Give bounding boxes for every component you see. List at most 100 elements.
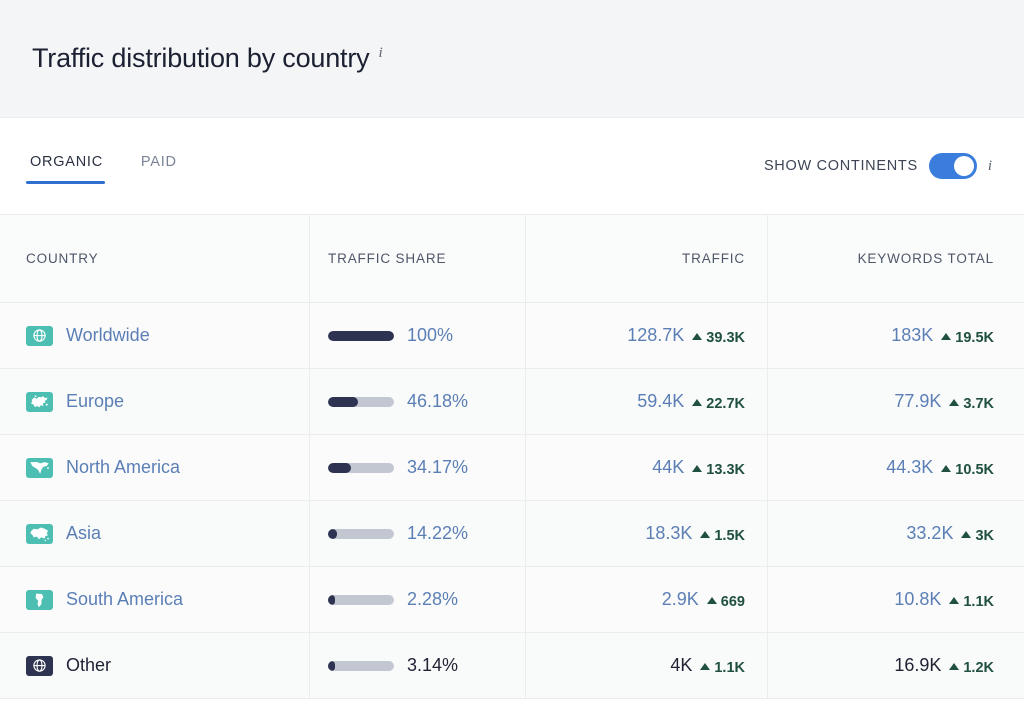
cell-traffic-share: 46.18% [310,369,526,434]
traffic-share-bar-fill [328,594,335,605]
column-header-keywords-total[interactable]: KEYWORDS TOTAL [768,215,1024,302]
cell-keywords-total: 77.9K 3.7K [768,369,1024,434]
traffic-share-bar-fill [328,462,351,473]
cell-traffic: 59.4K 22.7K [526,369,768,434]
traffic-share-bar-group: 14.22% [328,523,468,544]
cell-traffic: 44K 13.3K [526,435,768,500]
table-row[interactable]: South America 2.28% 2.9K 669 10.8K 1.1K [0,567,1024,633]
globe-icon [26,325,53,346]
traffic-share-bar-group: 100% [328,325,453,346]
trend-up-icon [961,531,972,538]
show-continents-label: SHOW CONTINENTS [763,158,918,174]
traffic-delta: 13.3K [692,462,745,478]
table-row[interactable]: Asia 14.22% 18.3K 1.5K 33.2K 3K [0,501,1024,567]
cell-keywords-total: 16.9K 1.2K [768,633,1024,698]
country-name-link: Other [66,655,112,675]
traffic-share-value: 14.22% [407,523,469,543]
traffic-delta: 39.3K [692,330,745,346]
column-header-traffic-share[interactable]: TRAFFIC SHARE [310,215,526,302]
tab-list: ORGANIC PAID [26,148,211,184]
cell-keywords-total: 183K 19.5K [768,303,1024,368]
keywords-metric: 77.9K 3.7K [894,391,994,412]
traffic-share-bar-group: 46.18% [328,391,468,412]
traffic-value: 4K [670,655,693,675]
traffic-metric: 18.3K 1.5K [645,523,745,544]
table-row[interactable]: Other 3.14% 4K 1.1K 16.9K 1.2K [0,633,1024,699]
north-america-map-icon [26,457,53,478]
cell-traffic: 2.9K 669 [526,567,768,632]
traffic-delta: 22.7K [692,396,745,412]
page-title: Traffic distribution by country i [32,45,383,72]
keywords-delta: 10.5K [941,462,994,478]
traffic-share-value: 2.28% [407,589,459,609]
trend-up-icon [700,531,711,538]
table-row[interactable]: Worldwide 100% 128.7K 39.3K 183K 19.5K [0,303,1024,369]
column-header-country[interactable]: COUNTRY [0,215,310,302]
traffic-share-bar-fill [328,528,337,539]
traffic-metric: 59.4K 22.7K [637,391,745,412]
traffic-share-bar-group: 34.17% [328,457,468,478]
globe-icon [26,655,53,676]
traffic-share-bar-group: 3.14% [328,655,458,676]
tab-organic-label: ORGANIC [30,154,103,170]
cell-traffic-share: 2.28% [310,567,526,632]
traffic-value: 2.9K [661,589,699,609]
tab-organic[interactable]: ORGANIC [26,148,107,184]
country-name-link[interactable]: Asia [66,523,101,544]
keywords-metric: 10.8K 1.1K [894,589,994,610]
table-row[interactable]: North America 34.17% 44K 13.3K 44.3K 10.5K [0,435,1024,501]
trend-up-icon [692,465,703,472]
country-name-link[interactable]: South America [66,589,183,610]
trend-up-icon [941,465,952,472]
cell-country: North America [0,435,310,500]
table-row[interactable]: Europe 46.18% 59.4K 22.7K 77.9K 3.7K [0,369,1024,435]
country-name-link[interactable]: Worldwide [66,325,150,346]
traffic-share-bar-fill [328,396,358,407]
tab-paid[interactable]: PAID [137,148,181,184]
cell-traffic-share: 14.22% [310,501,526,566]
show-continents-info-icon[interactable]: i [988,158,992,175]
trend-up-icon [706,597,717,604]
traffic-share-bar-track [328,528,394,539]
traffic-value: 128.7K [627,325,685,345]
trend-up-icon [949,597,960,604]
cell-country: Other [0,633,310,698]
toggle-knob [953,156,974,176]
keywords-value: 16.9K [894,655,942,675]
tab-bar: ORGANIC PAID SHOW CONTINENTS i [0,118,1024,215]
traffic-share-bar-track [328,660,394,671]
traffic-share-bar-group: 2.28% [328,589,458,610]
country-name-link[interactable]: Europe [66,391,124,412]
trend-up-icon [700,663,711,670]
traffic-metric: 4K 1.1K [670,655,745,676]
south-america-map-icon [26,589,53,610]
traffic-share-bar-track [328,594,394,605]
show-continents-toggle[interactable] [928,153,977,179]
traffic-share-value: 3.14% [407,655,459,675]
cell-country: Asia [0,501,310,566]
cell-traffic: 128.7K 39.3K [526,303,768,368]
keywords-value: 183K [891,325,934,345]
tab-paid-label: PAID [140,154,177,170]
keywords-metric: 33.2K 3K [906,523,994,544]
column-header-traffic[interactable]: TRAFFIC [526,215,768,302]
traffic-delta: 669 [706,594,745,610]
cell-country: Worldwide [0,303,310,368]
europe-map-icon [26,391,53,412]
traffic-share-bar-track [328,462,394,473]
cell-country: Europe [0,369,310,434]
cell-traffic-share: 34.17% [310,435,526,500]
country-name-link[interactable]: North America [66,457,180,478]
trend-up-icon [692,333,703,340]
show-continents-control: SHOW CONTINENTS i [764,153,992,179]
traffic-share-value: 100% [407,325,454,345]
traffic-share-value: 34.17% [407,457,469,477]
traffic-value: 18.3K [645,523,693,543]
traffic-share-bar-fill [328,330,394,341]
traffic-value: 44K [652,457,685,477]
keywords-metric: 183K 19.5K [891,325,994,346]
trend-up-icon [949,399,960,406]
title-info-icon[interactable]: i [378,45,382,61]
keywords-delta: 3.7K [949,396,994,412]
keywords-value: 77.9K [894,391,942,411]
